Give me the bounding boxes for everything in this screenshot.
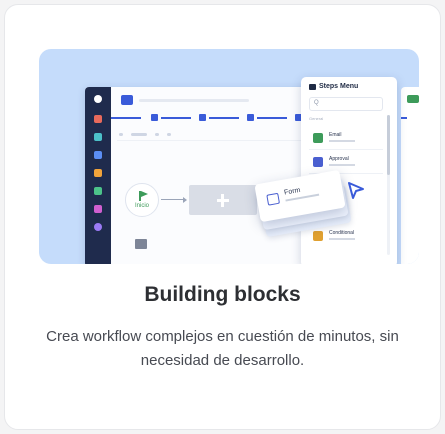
background-app-window bbox=[401, 87, 419, 264]
form-edit-icon bbox=[266, 192, 281, 206]
chart-icon bbox=[94, 115, 102, 123]
progress-node bbox=[151, 114, 158, 121]
card-title: Building blocks bbox=[144, 283, 301, 306]
pointer-arrow-icon bbox=[348, 182, 364, 199]
progress-line bbox=[209, 117, 239, 119]
approval-icon bbox=[313, 157, 323, 167]
steps-item-label: Approval bbox=[329, 156, 349, 162]
user-icon bbox=[94, 223, 102, 231]
steps-search-input[interactable]: Q bbox=[309, 97, 383, 111]
step-line bbox=[401, 117, 407, 119]
steps-item-approval[interactable]: Approval bbox=[309, 153, 383, 171]
steps-menu-panel: Steps Menu Q General Email Approval Cond… bbox=[301, 77, 397, 264]
connector-arrow bbox=[183, 197, 187, 203]
steps-section-label: General bbox=[309, 116, 324, 121]
conditional-icon bbox=[313, 231, 323, 241]
inbox-icon bbox=[94, 133, 102, 141]
start-node-label: Inicio bbox=[134, 203, 149, 209]
progress-node bbox=[247, 114, 254, 121]
app-sidebar bbox=[85, 87, 111, 264]
progress-node bbox=[199, 114, 206, 121]
map-icon bbox=[135, 239, 147, 249]
progress-line bbox=[161, 117, 191, 119]
add-block-button[interactable] bbox=[189, 185, 257, 215]
topbar-placeholder bbox=[139, 99, 249, 102]
form-block-label: Form bbox=[283, 186, 301, 197]
logo-icon bbox=[94, 95, 102, 103]
steps-item-email[interactable]: Email bbox=[309, 129, 383, 147]
feature-card: Inicio Steps Menu Q General Email Approv… bbox=[4, 4, 441, 430]
connector-line bbox=[161, 199, 185, 200]
menu-icon bbox=[309, 84, 316, 90]
green-action-chip bbox=[407, 95, 419, 103]
email-icon bbox=[313, 133, 323, 143]
hero-illustration: Inicio Steps Menu Q General Email Approv… bbox=[39, 49, 419, 264]
app-chip bbox=[121, 95, 133, 105]
steps-item-conditional[interactable]: Conditional bbox=[309, 227, 383, 245]
progress-line bbox=[257, 117, 287, 119]
card-description: Crea workflow complejos en cuestión de m… bbox=[46, 328, 399, 369]
steps-item-label: Email bbox=[329, 132, 342, 138]
stats-icon bbox=[94, 205, 102, 213]
start-node[interactable]: Inicio bbox=[125, 183, 159, 217]
steps-menu-title: Steps Menu bbox=[319, 83, 359, 90]
progress-line bbox=[111, 117, 141, 119]
calendar-icon bbox=[94, 151, 102, 159]
steps-scrollbar-thumb[interactable] bbox=[387, 115, 390, 175]
briefcase-icon bbox=[94, 169, 102, 177]
settings-icon bbox=[94, 187, 102, 195]
steps-item-label: Conditional bbox=[329, 230, 355, 236]
